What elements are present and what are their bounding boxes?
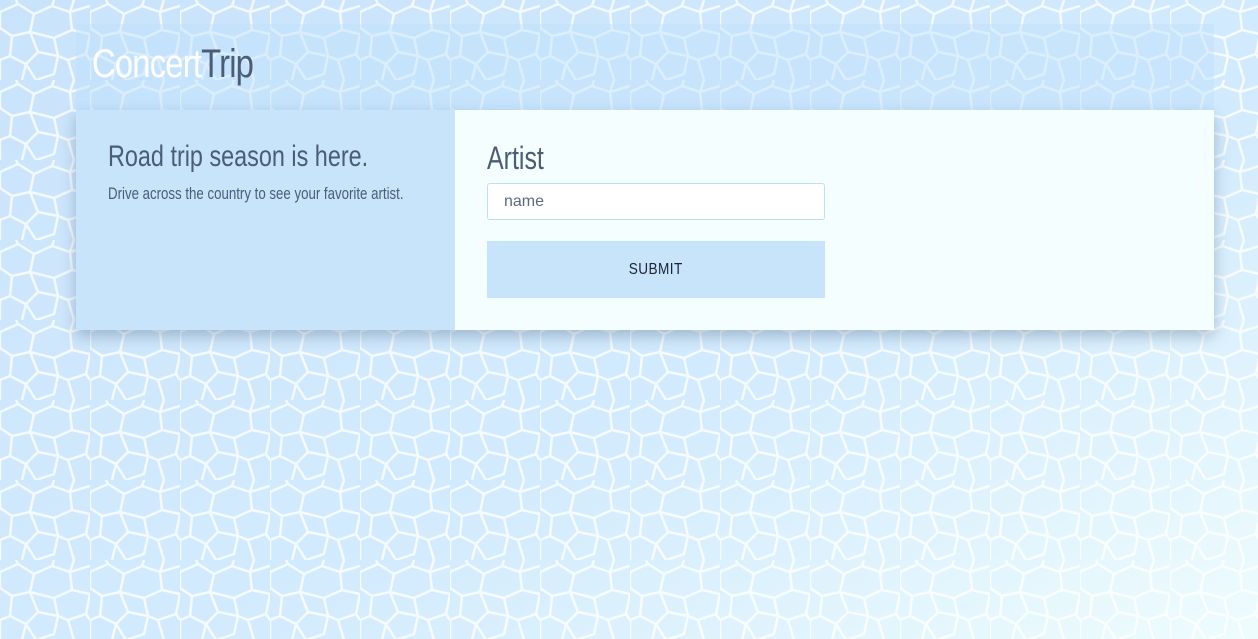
app-logo[interactable]: ConcertTrip <box>92 38 254 90</box>
hero-tagline: Road trip season is here. <box>108 140 369 173</box>
logo-concert: Concert <box>92 42 202 86</box>
logo-trip: Trip <box>201 42 254 86</box>
artist-form: Artist SUBMIT <box>455 110 1214 330</box>
submit-button[interactable]: SUBMIT <box>487 241 825 298</box>
submit-button-label: SUBMIT <box>629 260 683 278</box>
artist-label: Artist <box>487 140 544 176</box>
hero-subtagline: Drive across the country to see your fav… <box>108 184 404 203</box>
artist-name-input[interactable] <box>487 183 825 220</box>
search-card: Road trip season is here. Drive across t… <box>76 110 1214 330</box>
hero-panel: Road trip season is here. Drive across t… <box>76 110 455 330</box>
